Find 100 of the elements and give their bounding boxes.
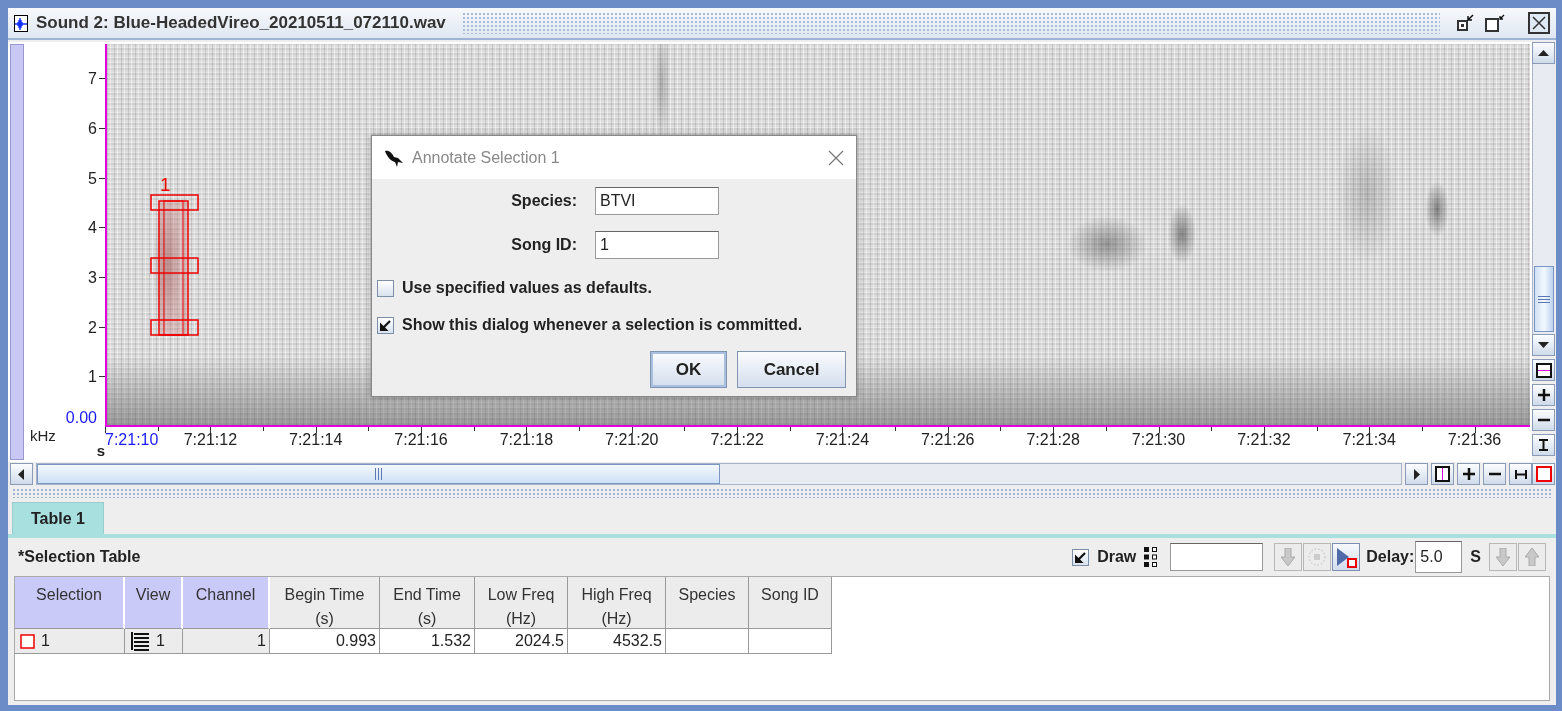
table-title: *Selection Table	[18, 548, 142, 566]
scroll-right-button[interactable]	[1405, 463, 1429, 485]
column-header[interactable]: Selection	[15, 577, 125, 629]
table-cell: 1.532	[430, 632, 471, 650]
grip-icon	[1538, 295, 1550, 303]
table-cell: 1	[156, 632, 165, 650]
zoom-in-button[interactable]	[1532, 384, 1555, 406]
frequency-label: 3	[88, 269, 97, 286]
play-icon	[1335, 546, 1358, 568]
minus-icon	[1537, 418, 1550, 422]
frequency-label: 5	[88, 170, 97, 187]
time-label: 7:21:14	[289, 431, 343, 449]
minus-icon	[1488, 472, 1501, 476]
time-label: 7:21:26	[921, 431, 975, 449]
time-label: 7:21:28	[1026, 431, 1080, 449]
time-label: 7:21:34	[1342, 431, 1396, 449]
grid-icon[interactable]	[1144, 546, 1159, 568]
caret-right-icon	[1413, 468, 1420, 480]
grip-icon	[374, 468, 382, 480]
frequency-label: 1	[88, 369, 97, 386]
selection-number: 1	[160, 175, 171, 195]
fit-width-button[interactable]	[1431, 463, 1455, 485]
check-icon	[380, 319, 391, 331]
iconify-icon[interactable]	[1456, 13, 1476, 33]
zoom-out-button[interactable]	[1483, 463, 1507, 485]
arrow-down-icon	[1496, 548, 1510, 566]
option-checkbox[interactable]	[377, 316, 394, 334]
horizontal-scrollbar-thumb[interactable]	[36, 464, 720, 484]
column-header[interactable]: Song ID	[749, 577, 832, 629]
play-selection-button[interactable]	[1332, 543, 1361, 571]
splitter-handle[interactable]	[12, 488, 1552, 498]
time-label: 7:21:20	[605, 431, 659, 449]
option-label: Use specified values as defaults.	[402, 279, 652, 297]
zoom-out-button[interactable]	[1532, 409, 1555, 431]
draw-field[interactable]	[1170, 543, 1264, 571]
option-checkbox[interactable]	[377, 279, 394, 297]
dotted-square-button[interactable]	[1303, 543, 1332, 571]
close-icon[interactable]	[1528, 12, 1550, 34]
column-header[interactable]: Species	[666, 577, 749, 629]
frequency-origin-label: 0.00	[65, 410, 97, 426]
time-label: 7:21:32	[1237, 431, 1291, 449]
arrow-down-icon	[1281, 548, 1296, 566]
i-beam-icon	[1539, 439, 1548, 451]
field-label: Species:	[510, 192, 577, 210]
column-header[interactable]: View	[125, 577, 183, 629]
table-cell: 0.993	[335, 632, 376, 650]
frequency-label: 2	[88, 319, 97, 336]
zoom-in-button[interactable]	[1457, 463, 1481, 485]
table-tab[interactable]: Table 1	[12, 502, 104, 534]
close-button[interactable]	[828, 149, 844, 166]
draw-label: Draw	[1097, 548, 1137, 566]
time-label: 7:21:36	[1447, 431, 1502, 449]
plus-icon	[1462, 468, 1475, 480]
selection-color-button[interactable]	[1532, 463, 1555, 485]
fit-height-button[interactable]	[1532, 359, 1555, 381]
selection-box-drawing[interactable]	[150, 194, 200, 337]
time-label: 7:21:24	[815, 431, 870, 449]
vertical-scrollbar-thumb[interactable]	[1534, 266, 1554, 332]
time-origin-label: 7:21:10	[105, 431, 159, 449]
option-label: Show this dialog whenever a selection is committed.	[402, 316, 803, 334]
time-unit-label: s	[96, 442, 105, 459]
maximize-icon[interactable]	[1484, 13, 1506, 33]
frequency-label: 7	[88, 71, 97, 88]
column-header[interactable]: Channel	[183, 577, 270, 629]
window-title: Sound 2: Blue-HeadedVireo_20210511_072110.wav	[36, 13, 446, 33]
zoom-to-selection-button[interactable]	[1509, 463, 1532, 485]
caret-left-icon	[18, 468, 25, 480]
spectrogram-view-icon	[130, 631, 150, 651]
check-icon	[1075, 551, 1087, 563]
scroll-up-button[interactable]	[1532, 42, 1555, 64]
column-header[interactable]: Begin Time (s)	[270, 577, 380, 629]
column-header[interactable]: High Freq (Hz)	[568, 577, 666, 629]
dotted-circle-icon	[1308, 548, 1327, 566]
horizontal-scrollbar-track[interactable]	[35, 463, 1403, 485]
delay-label: Delay:	[1366, 548, 1415, 566]
frequency-unit-label: kHz	[30, 427, 56, 444]
column-header[interactable]: Low Freq (Hz)	[475, 577, 568, 629]
frame-icon	[1535, 362, 1552, 378]
selection-color-icon	[20, 633, 35, 649]
frequency-label: 6	[88, 120, 97, 137]
plus-icon	[1537, 389, 1550, 401]
table-cell: 4532.5	[613, 632, 662, 650]
text-field[interactable]: BTVI	[595, 187, 719, 215]
column-header[interactable]: End Time (s)	[380, 577, 475, 629]
table-cell: 2024.5	[515, 632, 564, 650]
time-label: 7:21:18	[499, 431, 554, 449]
text-field[interactable]: 1	[595, 231, 719, 259]
ok-button[interactable]: OK	[650, 351, 727, 388]
delay-field[interactable]: 5.0	[1415, 541, 1463, 573]
scroll-down-button[interactable]	[1532, 334, 1555, 356]
square-icon	[1535, 466, 1552, 482]
time-label: 7:21:22	[710, 431, 764, 449]
frame-icon	[1435, 466, 1451, 482]
zoom-to-selection-button[interactable]	[1532, 434, 1555, 456]
draw-checkbox[interactable]	[1072, 548, 1090, 566]
scroll-left-button[interactable]	[10, 463, 33, 485]
h-beam-icon	[1514, 469, 1527, 479]
table-cell: 1	[41, 632, 50, 650]
cancel-button[interactable]: Cancel	[737, 351, 846, 388]
sound-file-icon	[14, 14, 28, 32]
